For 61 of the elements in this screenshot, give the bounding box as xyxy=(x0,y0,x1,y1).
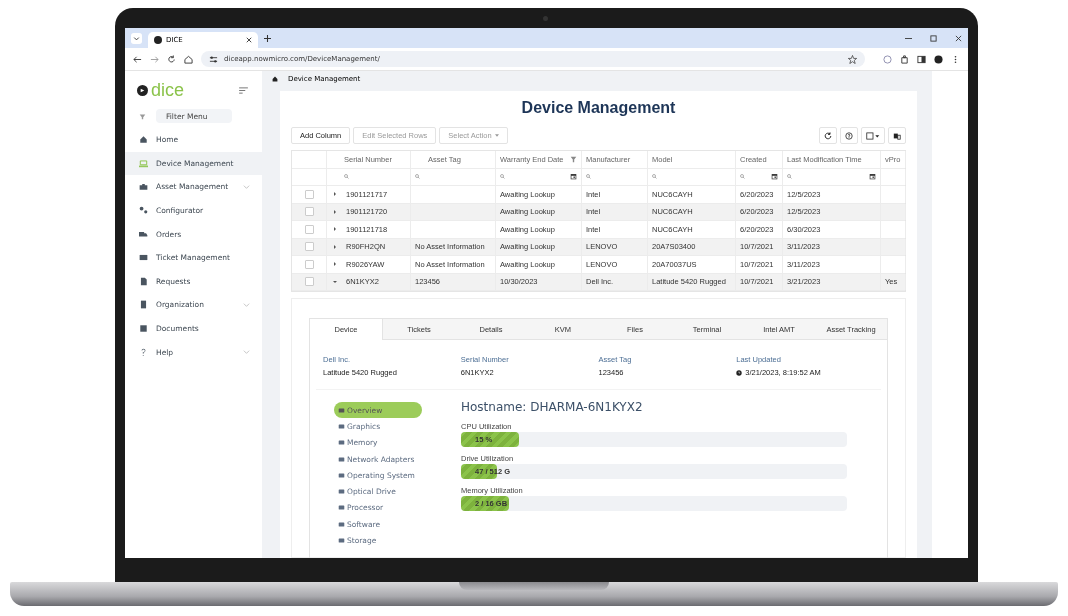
calendar-icon[interactable] xyxy=(570,173,577,181)
menu-item-icon xyxy=(139,276,148,286)
row-checkbox[interactable] xyxy=(304,259,314,269)
expand-icon[interactable] xyxy=(333,227,337,232)
menu-item-icon xyxy=(139,135,148,145)
menu-item-icon xyxy=(139,324,148,334)
row-checkbox[interactable] xyxy=(304,277,314,287)
new-tab-icon[interactable] xyxy=(264,34,271,42)
hostname-heading: Hostname: DHARMA-6N1KYX2 xyxy=(461,399,644,416)
menu-item-icon xyxy=(139,206,148,216)
star-icon[interactable] xyxy=(848,54,857,64)
help-icon xyxy=(845,131,853,140)
site-settings-icon[interactable] xyxy=(209,54,218,64)
columns-icon xyxy=(893,131,901,140)
favicon-icon xyxy=(154,36,162,44)
refresh-icon xyxy=(824,131,832,140)
refresh-button[interactable] xyxy=(819,127,837,144)
row-checkbox[interactable] xyxy=(304,207,314,217)
forward-icon[interactable] xyxy=(150,54,159,64)
expand-icon[interactable] xyxy=(333,262,337,267)
menu-item-icon xyxy=(139,300,148,310)
back-icon[interactable] xyxy=(133,54,142,64)
filter-icon xyxy=(139,112,146,120)
logo-icon xyxy=(137,84,148,96)
row-checkbox[interactable] xyxy=(304,242,314,252)
menu-icon[interactable] xyxy=(239,86,248,94)
profile-icon[interactable] xyxy=(934,54,943,64)
page-title: Device Management xyxy=(520,98,677,118)
tab-list-button[interactable] xyxy=(131,32,142,44)
chevron-icon xyxy=(243,185,250,189)
row-checkbox[interactable] xyxy=(304,189,314,199)
expand-icon[interactable] xyxy=(333,244,337,249)
menu-item-icon xyxy=(139,229,148,239)
camera-icon xyxy=(543,16,548,21)
home-icon[interactable] xyxy=(272,75,278,82)
caret-icon xyxy=(494,134,499,137)
menu-item-icon xyxy=(139,158,148,168)
close-icon[interactable] xyxy=(955,34,962,42)
square-caret-icon xyxy=(866,131,880,140)
maximize-icon[interactable] xyxy=(930,34,937,42)
item-icon xyxy=(338,537,345,544)
chevron-icon xyxy=(243,302,250,307)
reload-icon[interactable] xyxy=(167,54,176,64)
filter-icon[interactable] xyxy=(570,155,577,163)
help-button[interactable] xyxy=(840,127,858,144)
extension-icon[interactable] xyxy=(883,54,892,64)
menu-item-icon xyxy=(139,347,148,357)
menu-item-icon xyxy=(139,253,148,263)
export-button[interactable] xyxy=(861,127,885,144)
close-icon[interactable] xyxy=(246,37,252,43)
clock-icon xyxy=(736,369,743,376)
chevron-icon xyxy=(243,350,250,355)
expand-icon[interactable] xyxy=(333,209,337,214)
sidebar-icon[interactable] xyxy=(917,54,926,64)
row-checkbox[interactable] xyxy=(304,224,314,234)
menu-item-icon xyxy=(139,182,148,192)
logo-text: dice xyxy=(151,81,185,99)
expand-icon[interactable] xyxy=(333,192,337,197)
columns-button[interactable] xyxy=(888,127,906,144)
calendar-icon[interactable] xyxy=(869,173,876,181)
calendar-icon[interactable] xyxy=(771,173,778,181)
